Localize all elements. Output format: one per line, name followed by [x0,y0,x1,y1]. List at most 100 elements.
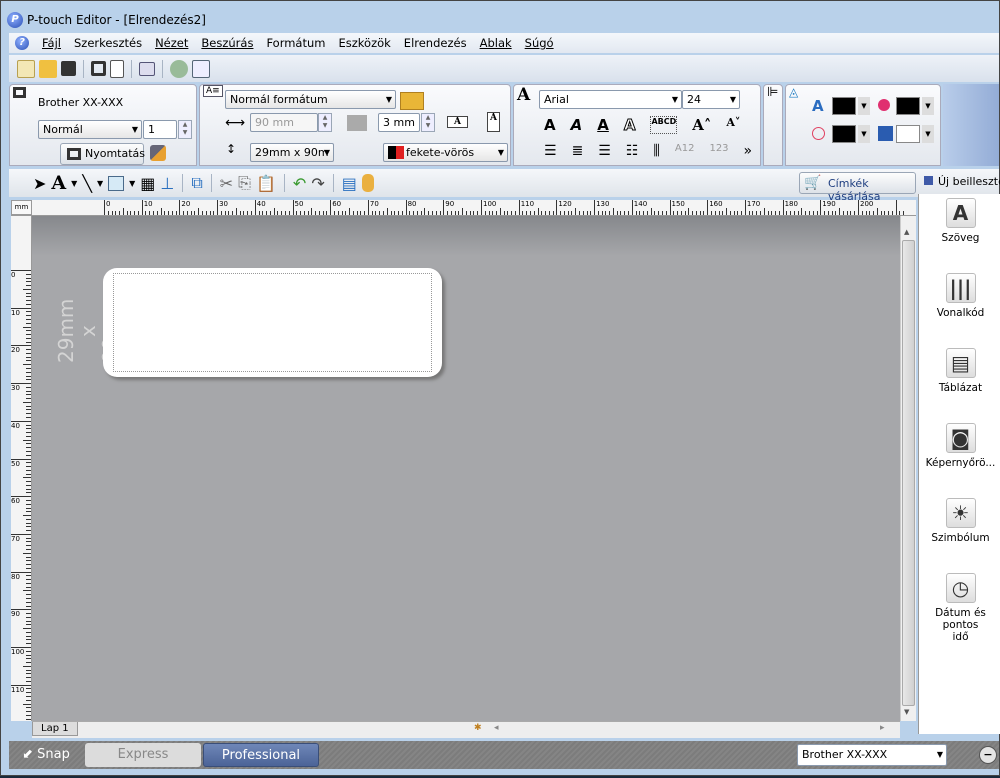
cut-icon[interactable]: ✂ [220,174,233,193]
italic-icon[interactable]: A [571,116,583,134]
chevron-down-icon[interactable]: ▼ [922,125,934,143]
scroll-right-icon[interactable]: ▸ [880,723,885,733]
print-mode-select[interactable]: Normál ▼ [38,120,142,139]
menu-view[interactable]: Nézet [155,36,188,50]
database-connect-icon[interactable] [170,59,188,78]
snap-button[interactable]: ⬋ Snap [11,743,81,767]
menu-help[interactable]: Súgó [525,36,554,50]
print-icon[interactable] [91,61,106,76]
insert-item-barcode[interactable]: ||| Vonalkód [919,273,1000,319]
bottom-printer-select[interactable]: Brother XX-XXX ▼ [797,744,947,766]
vertical-align-icon[interactable]: ⫼ [653,143,659,159]
undo-icon[interactable]: ↶ [293,174,306,193]
transfer-icon[interactable] [192,59,210,78]
print-button[interactable]: Nyomtatás [60,143,145,165]
ruler-tick [26,613,31,615]
label-orientation-icon[interactable] [400,92,424,110]
font-size-select[interactable]: 24 ▼ [682,90,740,109]
properties-icon[interactable]: ▤ [342,174,357,193]
chevron-down-icon[interactable]: ▼ [858,97,870,115]
chevron-down-icon[interactable]: ▼ [71,179,77,188]
redo-icon[interactable]: ↷ [311,174,324,193]
menu-tools[interactable]: Eszközök [338,36,390,50]
insert-item-clock[interactable]: ◷ Dátum és pontos idő [919,573,1000,643]
length-input[interactable]: 90 mm [250,113,318,132]
professional-mode-button[interactable]: Professional [203,743,319,767]
scrollbar-thumb[interactable] [902,240,915,706]
justify-icon[interactable]: ☷ [626,143,639,159]
add-sheet-icon[interactable]: ✱ [474,723,482,733]
copy-icon[interactable]: ⎘ [238,173,251,193]
table-tool-icon[interactable]: ▦ [140,174,155,193]
format-select[interactable]: Normál formátum ▼ [225,90,396,109]
color-mode-select[interactable]: fekete-vörös ▼ [383,143,508,162]
insert-item-symbol[interactable]: ☀ Szimbólum [919,498,1000,544]
vertical-text-icon[interactable]: A [487,112,500,132]
line-tool-icon[interactable]: ╲ [82,174,92,193]
arrange-icon[interactable]: ⊥ [160,174,174,193]
horizontal-text-icon[interactable]: A [447,116,468,128]
sheet-tab[interactable]: Lap 1 [32,722,78,736]
chevron-down-icon[interactable]: ▼ [858,125,870,143]
underline-icon[interactable]: A [597,116,609,134]
text-fit-icon[interactable]: ABCD [650,116,678,134]
insert-item-screen-capture[interactable]: ◙ Képernyőrö... [919,423,1000,469]
menu-edit[interactable]: Szerkesztés [74,36,142,50]
copies-spinner[interactable]: ▲ ▼ [178,120,192,139]
line-color-swatch[interactable] [832,125,856,143]
media-select[interactable]: 29mm x 90m ▼ [250,143,334,162]
bold-icon[interactable]: A [544,116,556,134]
doc-icon[interactable]: ? [15,36,29,50]
print-options-icon[interactable] [150,145,166,161]
text-tool-icon[interactable]: A [51,172,66,194]
menu-window[interactable]: Ablak [480,36,512,50]
insert-item-text[interactable]: A Szöveg [919,198,1000,244]
margin-input[interactable]: 3 mm [378,113,420,132]
menu-layout[interactable]: Elrendezés [404,36,467,50]
grow-font-icon[interactable]: A˄ [692,116,711,134]
chevron-down-icon[interactable]: ▼ [129,179,135,188]
save-icon[interactable] [61,61,76,76]
select-arrow-icon[interactable]: ➤ [33,174,46,193]
express-mode-button[interactable]: Express [85,743,201,767]
text-color-swatch[interactable] [832,97,856,115]
print-preview-icon[interactable] [110,59,124,78]
fill-color-swatch[interactable] [896,97,920,115]
group-icon[interactable]: ⧉ [191,173,202,193]
scroll-up-icon[interactable]: ▲ [904,228,909,236]
font-select[interactable]: Arial ▼ [539,90,682,109]
database-icon[interactable] [361,174,374,192]
shape-tool-icon[interactable] [108,175,125,191]
shrink-font-icon[interactable]: A˅ [726,116,740,134]
insert-item-table[interactable]: ▤ Táblázat [919,348,1000,394]
scroll-left-icon[interactable]: ◂ [494,723,499,733]
outline-icon[interactable]: A [623,116,636,135]
ruler-tick [26,337,31,339]
scroll-down-icon[interactable]: ▼ [904,708,909,716]
chevron-down-icon[interactable]: ▼ [97,179,103,188]
more-button[interactable]: » [744,143,753,159]
background-color-swatch[interactable] [896,125,920,143]
align-left-icon[interactable]: ☰ [544,143,557,159]
align-objects-icon[interactable]: ⊫ [767,85,778,100]
length-spinner[interactable]: ▲ ▼ [318,113,332,132]
zoom-out-icon[interactable]: − [979,746,997,764]
vertical-scrollbar[interactable]: ▲ ▼ [900,216,916,721]
menu-file[interactable]: Fájl [42,36,61,50]
align-right-icon[interactable]: ☰ [598,143,611,159]
menu-insert[interactable]: Beszúrás [201,36,253,50]
char-spacing-icon[interactable]: A12 [675,143,695,159]
buy-labels-button[interactable]: 🛒 Címkék vásárlása [799,172,916,203]
numbering-icon[interactable]: 123 [709,143,728,159]
label-area[interactable] [103,268,442,377]
text-check-icon[interactable] [139,61,155,76]
chevron-down-icon[interactable]: ▼ [922,97,934,115]
open-icon[interactable] [39,59,57,78]
new-icon[interactable] [17,59,35,78]
margin-spinner[interactable]: ▲ ▼ [421,113,435,132]
menu-format[interactable]: Formátum [266,36,325,50]
align-center-icon[interactable]: ≣ [572,143,584,159]
copies-input[interactable]: 1 [143,120,177,139]
ruler-tick [26,473,31,475]
paste-icon[interactable]: 📋 [256,174,276,193]
